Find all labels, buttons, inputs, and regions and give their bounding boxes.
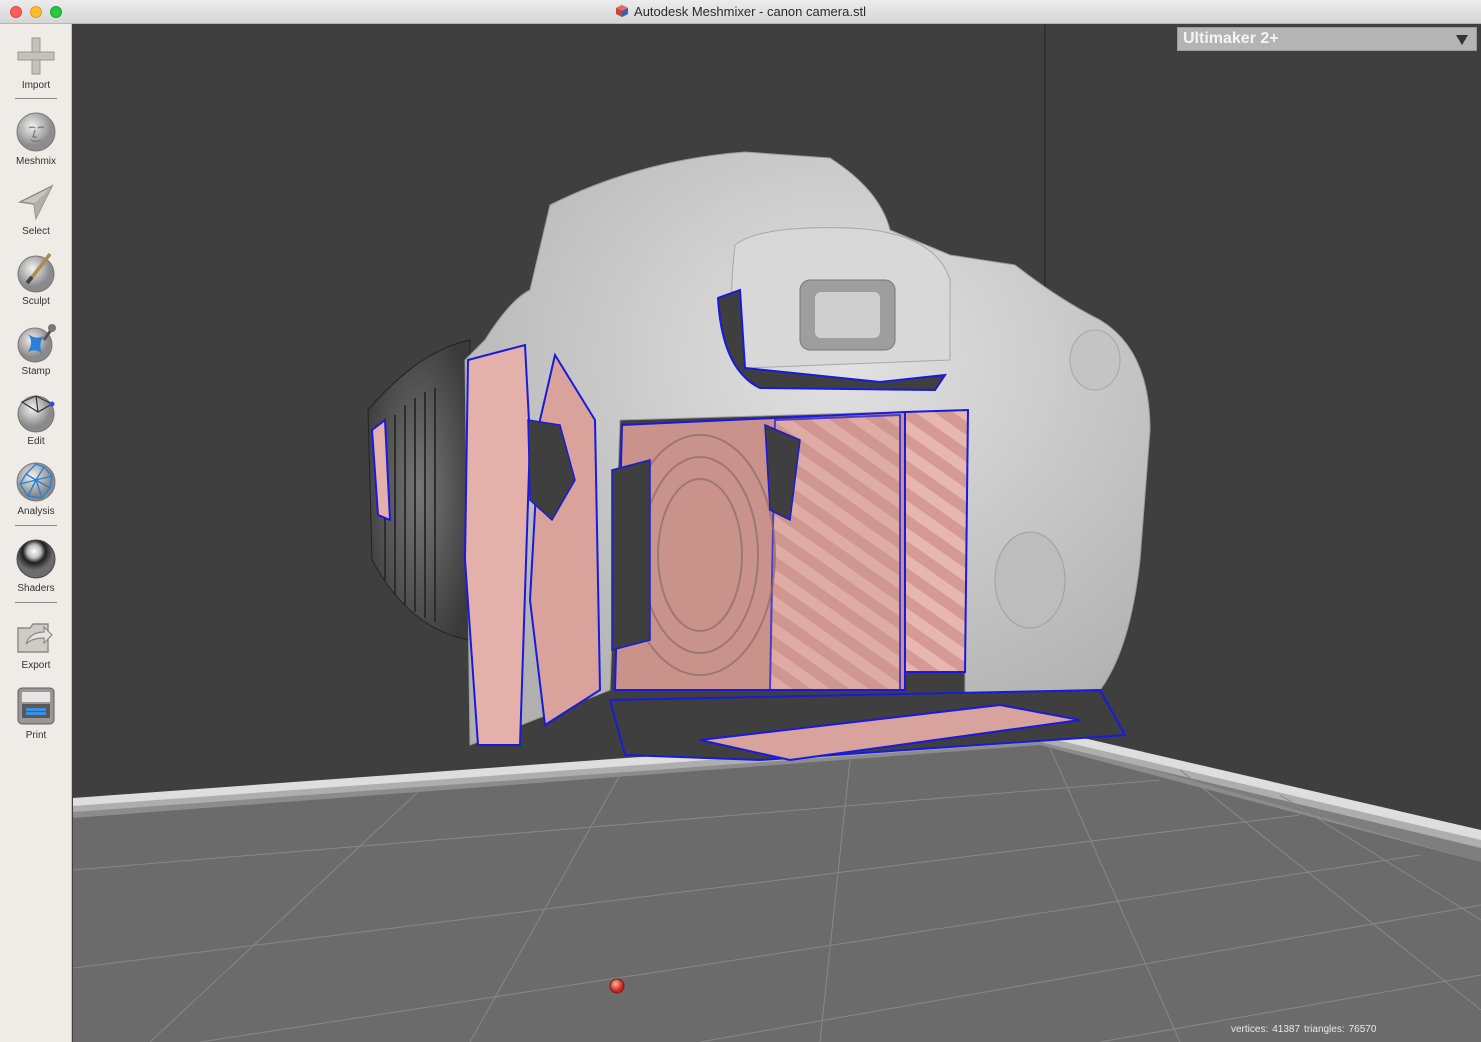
window-title: Autodesk Meshmixer - canon camera.stl [0, 4, 1481, 19]
edit-label: Edit [27, 436, 45, 447]
left-toolbar: Import Meshmix Select Sculpt Stamp Edit … [0, 24, 72, 1042]
import-label: Import [21, 80, 51, 91]
export-label: Export [21, 660, 51, 671]
3d-viewport[interactable] [73, 25, 1481, 1042]
toolbar-divider [15, 602, 57, 603]
meshmix-button[interactable]: Meshmix [0, 110, 72, 167]
triangles-label: triangles: [1304, 1024, 1345, 1035]
sculpt-brush-icon [17, 252, 55, 293]
toolbar-divider [15, 525, 57, 526]
printer-select-value: Ultimaker 2+ [1183, 30, 1279, 47]
select-arrow-icon [17, 184, 54, 221]
printer-select[interactable]: Ultimaker 2+ [1177, 27, 1477, 51]
meshmixer-app-icon [616, 5, 629, 17]
stamp-icon [17, 324, 56, 363]
stamp-label: Stamp [21, 366, 51, 377]
title-bar: Autodesk Meshmixer - canon camera.stl [0, 0, 1481, 24]
shaders-button[interactable]: Shaders [0, 537, 72, 594]
export-icon [17, 623, 53, 653]
analysis-sphere-icon [16, 462, 56, 502]
export-button[interactable]: Export [0, 614, 72, 671]
plus-icon [17, 37, 55, 75]
toolbar-divider [15, 98, 57, 99]
sculpt-button[interactable]: Sculpt [0, 250, 72, 307]
analysis-label: Analysis [17, 506, 55, 517]
print-label: Print [25, 730, 47, 741]
dropdown-arrow-icon [1456, 35, 1468, 45]
select-button[interactable]: Select [0, 180, 72, 237]
edit-button[interactable]: Edit [0, 390, 72, 447]
vertices-label: vertices: [1231, 1024, 1269, 1035]
print-button[interactable]: Print [0, 684, 72, 741]
import-button[interactable]: Import [0, 34, 72, 91]
mesh-stats: vertices: 41387 triangles: 76570 [1227, 1021, 1481, 1040]
pivot-point[interactable] [609, 978, 625, 994]
analysis-button[interactable]: Analysis [0, 460, 72, 517]
stamp-button[interactable]: Stamp [0, 320, 72, 377]
scene [73, 25, 1481, 1042]
window-title-text: Autodesk Meshmixer - canon camera.stl [634, 4, 866, 19]
triangles-count: 76570 [1348, 1024, 1377, 1035]
meshmix-face-icon [16, 112, 56, 152]
edit-mesh-icon [17, 395, 55, 433]
sculpt-label: Sculpt [22, 296, 50, 307]
shaders-label: Shaders [17, 583, 55, 594]
select-label: Select [22, 226, 50, 237]
shader-sphere-icon [16, 539, 56, 579]
meshmix-label: Meshmix [15, 156, 56, 167]
vertices-count: 41387 [1272, 1024, 1301, 1035]
printer-icon [17, 687, 55, 725]
